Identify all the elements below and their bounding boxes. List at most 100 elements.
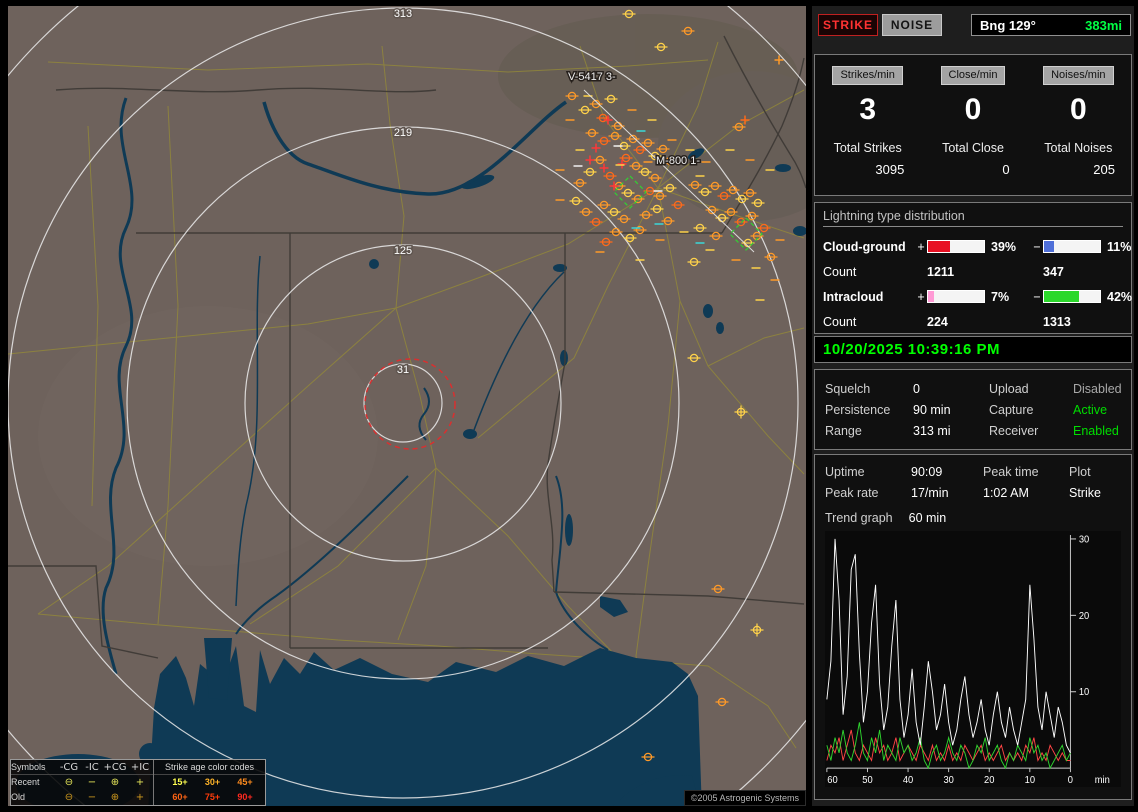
strikes-column: Strikes/min 3 Total Strikes 3095 — [815, 65, 920, 195]
total-strikes-value: 3095 — [875, 162, 905, 177]
symbols-legend: Symbols -CG -IC +CG +IC Strike age color… — [10, 759, 266, 806]
cg-plus-icon: ⊕ — [110, 777, 120, 788]
performance-grid: Uptime 90:09 Peak time Plot Peak rate 17… — [825, 461, 1121, 503]
total-close-label: Total Close — [942, 141, 1004, 155]
upload-label: Upload — [989, 381, 1029, 396]
legend-divider — [153, 775, 161, 790]
trend-y-tick-label: 30 — [1079, 534, 1089, 545]
close-per-min-button[interactable]: Close/min — [940, 66, 1006, 85]
cloud-ground-label: Cloud-ground — [823, 239, 906, 254]
peak-time-label: Peak time — [983, 464, 1039, 479]
trend-x-tick-label: 10 — [1025, 775, 1035, 786]
lightning-distribution-box: Lightning type distribution Cloud-ground… — [814, 202, 1132, 334]
upload-status: Disabled — [1073, 381, 1122, 396]
cg-plus-bar-fill — [928, 241, 950, 252]
peak-time-value: 1:02 AM — [983, 485, 1029, 500]
cg-minus-bar — [1043, 240, 1101, 253]
age-45: 45+ — [237, 777, 253, 787]
trend-x-tick-label: 20 — [984, 775, 994, 786]
legend-row-name: Old — [11, 792, 26, 802]
trend-graph-header: Trend graph 60 min — [825, 511, 1121, 525]
ic-minus-bar-fill — [1044, 291, 1079, 302]
count-label: Count — [823, 264, 857, 279]
uptime-value: 90:09 — [911, 464, 943, 479]
intracloud-label: Intracloud — [823, 289, 884, 304]
copyright-notice: ©2005 Astrogenic Systems — [683, 790, 806, 806]
peak-rate-value: 17/min — [911, 485, 949, 500]
cg-minus-icon: ⊖ — [64, 777, 74, 788]
age-30: 30+ — [204, 777, 221, 787]
ic-plus-icon: + — [135, 777, 145, 788]
minus-sign: − — [1033, 289, 1041, 304]
legend-header-nic: -IC — [85, 762, 99, 773]
cloud-ground-row: Cloud-ground + 39% − 11% — [823, 234, 1131, 259]
status-panel: STRIKE NOISE Bng 129° 383mi Strikes/min … — [812, 6, 1134, 806]
close-rate: 0 — [964, 93, 982, 126]
ic-minus-bar — [1043, 290, 1101, 303]
cg-plus-bar — [927, 240, 985, 253]
trend-series-close-strikes — [826, 729, 1071, 762]
intracloud-row: Intracloud + 7% − 42% — [823, 284, 1132, 309]
trend-x-tick-label: 40 — [903, 775, 913, 786]
map-canvas[interactable]: 313 219 125 31 V-5417 3- M-800 1- — [8, 6, 806, 806]
trend-x-tick-label: 60 — [827, 775, 837, 786]
cg-minus-count: 347 — [1043, 264, 1064, 279]
ic-plus-count: 224 — [927, 314, 948, 329]
bearing-distance: 383mi — [1085, 17, 1122, 33]
ic-minus-pct: 42% — [1107, 289, 1133, 304]
trend-x-tick-label: 50 — [862, 775, 872, 786]
range-ring-label: 313 — [394, 8, 412, 20]
age-15: 15+ — [172, 777, 188, 787]
cg-plus-pct: 39% — [991, 239, 1017, 254]
legend-age-title: Strike age color codes — [165, 762, 255, 772]
ic-plus-pct: 7% — [991, 289, 1010, 304]
lightning-map[interactable]: 313 219 125 31 V-5417 3- M-800 1- Symbols -CG… — [8, 6, 806, 806]
trend-y-tick-label: 20 — [1079, 611, 1089, 622]
ic-minus-icon: − — [87, 792, 97, 803]
cg-plus-count: 1211 — [927, 264, 955, 279]
ic-plus-bar-fill — [928, 291, 934, 302]
range-label: Range — [825, 423, 862, 438]
nexstorm-app: 313 219 125 31 V-5417 3- M-800 1- Symbols -CG… — [0, 0, 1138, 812]
legend-divider — [153, 760, 161, 775]
mode-toolbar: STRIKE NOISE Bng 129° 383mi — [816, 14, 1131, 38]
legend-title: Symbols — [11, 762, 46, 772]
total-close-value: 0 — [1002, 162, 1010, 177]
legend-recent-row: Recent ⊖ − ⊕ + 15+ 30+ 45+ — [11, 775, 265, 790]
squelch-label: Squelch — [825, 381, 871, 396]
bearing-readout: Bng 129° 383mi — [971, 14, 1131, 36]
trend-window-value: 60 min — [908, 511, 947, 525]
range-value: 313 mi — [913, 423, 951, 438]
plot-value: Strike — [1069, 485, 1101, 500]
trend-graph: 10 20 30 60 50 40 30 20 10 0 min — [825, 531, 1121, 787]
capture-status: Active — [1073, 402, 1108, 417]
bearing-value: Bng 129° — [980, 17, 1036, 33]
cg-minus-pct: 11% — [1107, 239, 1132, 254]
age-75: 75+ — [204, 792, 221, 802]
legend-row-name: Recent — [11, 777, 40, 787]
plus-sign: + — [917, 239, 925, 254]
noises-per-min-button[interactable]: Noises/min — [1043, 66, 1114, 85]
persistence-label: Persistence — [825, 402, 891, 417]
age-90: 90+ — [237, 792, 253, 802]
datetime-box: 10/20/2025 10:39:16 PM — [814, 336, 1132, 363]
distribution-title: Lightning type distribution — [823, 209, 1123, 227]
strike-mode-button[interactable]: STRIKE — [818, 14, 878, 36]
noises-column: Noises/min 0 Total Noises 205 — [1026, 65, 1131, 195]
trend-x-tick-label: 30 — [943, 775, 953, 786]
noise-mode-button[interactable]: NOISE — [882, 14, 942, 36]
persistence-value: 90 min — [913, 402, 951, 417]
cloud-ground-count-row: Count 1211 347 — [823, 259, 1123, 284]
noises-rate: 0 — [1069, 93, 1087, 126]
cg-minus-icon: ⊖ — [64, 792, 74, 803]
capture-label: Capture — [989, 402, 1034, 417]
strikes-per-min-button[interactable]: Strikes/min — [832, 66, 903, 85]
total-strikes-label: Total Strikes — [833, 141, 902, 155]
intracloud-count-row: Count 224 1313 — [823, 309, 1123, 334]
plus-sign: + — [917, 289, 925, 304]
ic-plus-bar — [927, 290, 985, 303]
trend-series-strikes — [826, 538, 1071, 754]
range-ring-label: 31 — [397, 364, 409, 376]
range-ring-label: 125 — [394, 245, 412, 257]
legend-old-ages: 60+ 75+ 90+ — [161, 790, 265, 805]
